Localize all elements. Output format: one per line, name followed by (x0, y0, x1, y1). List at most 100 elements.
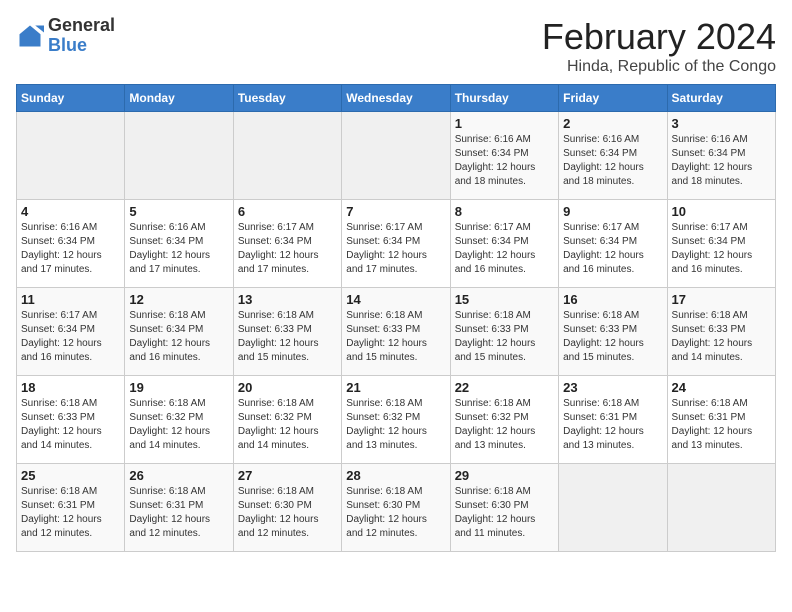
day-info: Sunrise: 6:18 AM Sunset: 6:32 PM Dayligh… (346, 397, 445, 453)
calendar-cell: 7 Sunrise: 6:17 AM Sunset: 6:34 PM Daylig… (342, 200, 450, 288)
day-info: Sunrise: 6:16 AM Sunset: 6:34 PM Dayligh… (672, 133, 771, 189)
logo-blue-text: Blue (48, 36, 115, 56)
calendar-cell: 13Sunrise: 6:18 AM Sunset: 6:33 PM Dayli… (233, 288, 341, 376)
day-number: 5 (129, 204, 228, 219)
calendar-cell: 27Sunrise: 6:18 AM Sunset: 6:30 PM Dayli… (233, 464, 341, 552)
day-info: Sunrise: 6:17 AM Sunset: 6:34 PM Dayligh… (672, 221, 771, 277)
day-number: 3 (672, 116, 771, 131)
logo-icon (16, 22, 44, 50)
day-info: Sunrise: 6:18 AM Sunset: 6:34 PM Dayligh… (129, 309, 228, 365)
logo: General Blue (16, 16, 115, 56)
day-number: 24 (672, 380, 771, 395)
day-info: Sunrise: 6:17 AM Sunset: 6:34 PM Dayligh… (346, 221, 445, 277)
calendar-cell: 9 Sunrise: 6:17 AM Sunset: 6:34 PM Daylig… (559, 200, 667, 288)
day-number: 1 (455, 116, 554, 131)
weekday-header-friday: Friday (559, 85, 667, 112)
weekday-header-sunday: Sunday (17, 85, 125, 112)
day-info: Sunrise: 6:18 AM Sunset: 6:30 PM Dayligh… (346, 485, 445, 541)
day-number: 22 (455, 380, 554, 395)
calendar-cell: 20 Sunrise: 6:18 AM Sunset: 6:32 PM Dayli… (233, 376, 341, 464)
weekday-header-monday: Monday (125, 85, 233, 112)
day-info: Sunrise: 6:18 AM Sunset: 6:31 PM Dayligh… (21, 485, 120, 541)
calendar-cell: 19Sunrise: 6:18 AM Sunset: 6:32 PM Dayli… (125, 376, 233, 464)
calendar-week-row: 11 Sunrise: 6:17 AM Sunset: 6:34 PM Dayli… (17, 288, 776, 376)
day-info: Sunrise: 6:18 AM Sunset: 6:33 PM Dayligh… (672, 309, 771, 365)
calendar-cell: 15 Sunrise: 6:18 AM Sunset: 6:33 PM Dayli… (450, 288, 558, 376)
calendar-cell: 14 Sunrise: 6:18 AM Sunset: 6:33 PM Dayli… (342, 288, 450, 376)
logo-general-text: General (48, 16, 115, 36)
title-area: February 2024 Hinda, Republic of the Con… (542, 16, 776, 76)
calendar-cell: 16Sunrise: 6:18 AM Sunset: 6:33 PM Dayli… (559, 288, 667, 376)
day-number: 23 (563, 380, 662, 395)
day-number: 19 (129, 380, 228, 395)
day-number: 4 (21, 204, 120, 219)
day-info: Sunrise: 6:18 AM Sunset: 6:32 PM Dayligh… (455, 397, 554, 453)
calendar-cell: 8 Sunrise: 6:17 AM Sunset: 6:34 PM Daylig… (450, 200, 558, 288)
calendar-cell: 6Sunrise: 6:17 AM Sunset: 6:34 PM Daylig… (233, 200, 341, 288)
calendar-cell: 17 Sunrise: 6:18 AM Sunset: 6:33 PM Dayli… (667, 288, 775, 376)
day-info: Sunrise: 6:16 AM Sunset: 6:34 PM Dayligh… (129, 221, 228, 277)
calendar-cell: 26Sunrise: 6:18 AM Sunset: 6:31 PM Dayli… (125, 464, 233, 552)
calendar-cell: 18 Sunrise: 6:18 AM Sunset: 6:33 PM Dayli… (17, 376, 125, 464)
day-info: Sunrise: 6:17 AM Sunset: 6:34 PM Dayligh… (455, 221, 554, 277)
day-number: 15 (455, 292, 554, 307)
day-info: Sunrise: 6:18 AM Sunset: 6:31 PM Dayligh… (563, 397, 662, 453)
day-number: 29 (455, 468, 554, 483)
weekday-header-wednesday: Wednesday (342, 85, 450, 112)
day-number: 12 (129, 292, 228, 307)
calendar-cell (667, 464, 775, 552)
day-info: Sunrise: 6:18 AM Sunset: 6:33 PM Dayligh… (455, 309, 554, 365)
day-number: 8 (455, 204, 554, 219)
calendar-cell: 3 Sunrise: 6:16 AM Sunset: 6:34 PM Daylig… (667, 112, 775, 200)
day-number: 2 (563, 116, 662, 131)
day-info: Sunrise: 6:16 AM Sunset: 6:34 PM Dayligh… (563, 133, 662, 189)
day-info: Sunrise: 6:18 AM Sunset: 6:33 PM Dayligh… (346, 309, 445, 365)
calendar-week-row: 25 Sunrise: 6:18 AM Sunset: 6:31 PM Dayli… (17, 464, 776, 552)
page-header: General Blue February 2024 Hinda, Republ… (16, 16, 776, 76)
day-number: 18 (21, 380, 120, 395)
day-info: Sunrise: 6:17 AM Sunset: 6:34 PM Dayligh… (563, 221, 662, 277)
calendar-cell: 23 Sunrise: 6:18 AM Sunset: 6:31 PM Dayli… (559, 376, 667, 464)
day-info: Sunrise: 6:18 AM Sunset: 6:32 PM Dayligh… (238, 397, 337, 453)
day-number: 17 (672, 292, 771, 307)
day-number: 14 (346, 292, 445, 307)
calendar-cell: 21Sunrise: 6:18 AM Sunset: 6:32 PM Dayli… (342, 376, 450, 464)
calendar-cell: 24 Sunrise: 6:18 AM Sunset: 6:31 PM Dayli… (667, 376, 775, 464)
calendar-cell: 10 Sunrise: 6:17 AM Sunset: 6:34 PM Dayli… (667, 200, 775, 288)
day-number: 20 (238, 380, 337, 395)
location-title: Hinda, Republic of the Congo (542, 58, 776, 76)
calendar-cell: 28 Sunrise: 6:18 AM Sunset: 6:30 PM Dayli… (342, 464, 450, 552)
calendar-cell: 4 Sunrise: 6:16 AM Sunset: 6:34 PM Daylig… (17, 200, 125, 288)
day-info: Sunrise: 6:18 AM Sunset: 6:33 PM Dayligh… (563, 309, 662, 365)
day-number: 11 (21, 292, 120, 307)
day-number: 9 (563, 204, 662, 219)
calendar-table: SundayMondayTuesdayWednesdayThursdayFrid… (16, 84, 776, 552)
calendar-cell: 5 Sunrise: 6:16 AM Sunset: 6:34 PM Daylig… (125, 200, 233, 288)
day-number: 7 (346, 204, 445, 219)
day-info: Sunrise: 6:17 AM Sunset: 6:34 PM Dayligh… (21, 309, 120, 365)
day-info: Sunrise: 6:18 AM Sunset: 6:30 PM Dayligh… (455, 485, 554, 541)
day-number: 26 (129, 468, 228, 483)
calendar-cell: 29 Sunrise: 6:18 AM Sunset: 6:30 PM Dayli… (450, 464, 558, 552)
calendar-cell: 11 Sunrise: 6:17 AM Sunset: 6:34 PM Dayli… (17, 288, 125, 376)
calendar-cell: 22 Sunrise: 6:18 AM Sunset: 6:32 PM Dayli… (450, 376, 558, 464)
day-info: Sunrise: 6:18 AM Sunset: 6:33 PM Dayligh… (21, 397, 120, 453)
day-info: Sunrise: 6:18 AM Sunset: 6:33 PM Dayligh… (238, 309, 337, 365)
calendar-week-row: 1 Sunrise: 6:16 AM Sunset: 6:34 PM Daylig… (17, 112, 776, 200)
day-info: Sunrise: 6:16 AM Sunset: 6:34 PM Dayligh… (21, 221, 120, 277)
calendar-cell (342, 112, 450, 200)
weekday-header-row: SundayMondayTuesdayWednesdayThursdayFrid… (17, 85, 776, 112)
calendar-cell (17, 112, 125, 200)
month-title: February 2024 (542, 16, 776, 58)
day-info: Sunrise: 6:18 AM Sunset: 6:31 PM Dayligh… (672, 397, 771, 453)
day-number: 6 (238, 204, 337, 219)
day-number: 10 (672, 204, 771, 219)
calendar-cell: 12 Sunrise: 6:18 AM Sunset: 6:34 PM Dayli… (125, 288, 233, 376)
day-info: Sunrise: 6:16 AM Sunset: 6:34 PM Dayligh… (455, 133, 554, 189)
weekday-header-saturday: Saturday (667, 85, 775, 112)
day-info: Sunrise: 6:18 AM Sunset: 6:30 PM Dayligh… (238, 485, 337, 541)
day-number: 28 (346, 468, 445, 483)
day-number: 25 (21, 468, 120, 483)
weekday-header-thursday: Thursday (450, 85, 558, 112)
calendar-week-row: 4 Sunrise: 6:16 AM Sunset: 6:34 PM Daylig… (17, 200, 776, 288)
